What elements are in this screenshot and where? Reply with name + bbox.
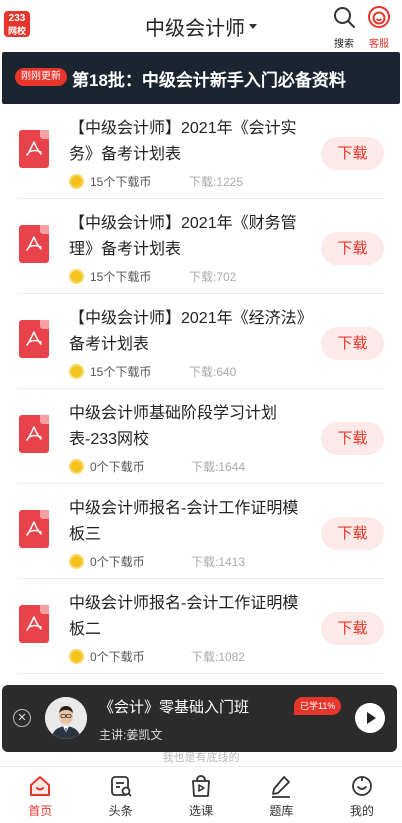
download-count: 下载:1413 (191, 555, 246, 569)
play-button[interactable] (355, 703, 385, 733)
coin-icon (69, 364, 84, 379)
document-title[interactable]: 【中级会计师】2021年《经济法》备考计划表 (69, 306, 309, 358)
close-icon[interactable]: ✕ (13, 709, 31, 727)
document-meta: 0个下载币 下载:1082 (69, 648, 245, 665)
customer-service-button[interactable]: 客服 (361, 5, 397, 50)
document-title[interactable]: 中级会计师基础阶段学习计划表-233网校 (69, 401, 309, 453)
home-icon (30, 776, 51, 796)
coin-cost: 0个下载币 (90, 555, 145, 569)
list-item[interactable]: 【中级会计师】2021年《经济法》备考计划表 15个下载币 下载:640 下载 (17, 294, 385, 389)
coin-cost: 15个下载币 (90, 365, 152, 379)
headlines-icon (110, 776, 132, 797)
nav-courses[interactable]: 选课 (161, 767, 241, 823)
customer-service-icon (368, 6, 390, 28)
page-title[interactable]: 中级会计师 (145, 12, 245, 41)
coin-cost: 0个下载币 (90, 460, 145, 474)
search-button[interactable]: 搜索 (326, 5, 362, 50)
pdf-file-icon (19, 510, 49, 548)
course-progress-badge: 已学11% (294, 697, 342, 715)
download-count: 下载:1082 (191, 650, 246, 664)
download-button[interactable]: 下载 (321, 517, 384, 550)
search-label: 搜索 (334, 39, 354, 50)
pen-icon (272, 776, 291, 798)
coin-icon (69, 649, 84, 664)
download-button[interactable]: 下载 (321, 327, 384, 360)
coin-icon (69, 554, 84, 569)
pdf-file-icon (19, 225, 49, 263)
document-meta: 15个下载币 下载:640 (69, 363, 236, 380)
top-header: 233 网校 中级会计师 搜索 客服 (0, 0, 402, 52)
list-item[interactable]: 【中级会计师】2021年《会计实务》备考计划表 15个下载币 下载:1225 下… (17, 104, 385, 199)
nav-question-bank-label: 题库 (269, 804, 294, 818)
caret-down-icon[interactable] (249, 24, 257, 29)
download-count: 下载:1644 (191, 460, 246, 474)
download-button[interactable]: 下载 (321, 137, 384, 170)
nav-profile-label: 我的 (349, 804, 374, 818)
nav-headlines-label: 头条 (108, 804, 133, 818)
list-item[interactable]: 中级会计师报名-会计工作证明模板三 0个下载币 下载:1413 下载 (17, 484, 385, 579)
download-count: 下载:640 (189, 365, 237, 379)
nav-home-label: 首页 (28, 804, 53, 818)
end-of-list-hint: 我也是有底线的 (162, 752, 240, 764)
coin-icon (69, 174, 84, 189)
document-title[interactable]: 中级会计师报名-会计工作证明模板三 (69, 496, 309, 548)
service-label: 客服 (369, 39, 389, 50)
nav-profile[interactable]: 我的 (322, 767, 402, 823)
new-badge: 刚刚更新 (15, 68, 67, 86)
coin-icon (69, 459, 84, 474)
download-button[interactable]: 下载 (321, 232, 384, 265)
list-item[interactable]: 中级会计师基础阶段学习计划表-233网校 0个下载币 下载:1644 下载 (17, 389, 385, 484)
download-count: 下载:702 (189, 270, 237, 284)
coin-cost: 15个下载币 (90, 175, 152, 189)
list-item[interactable]: 中级会计师报名-会计工作证明模板二 0个下载币 下载:1082 下载 (17, 579, 385, 674)
nav-headlines[interactable]: 头条 (80, 767, 160, 823)
download-list: 【中级会计师】2021年《会计实务》备考计划表 15个下载币 下载:1225 下… (0, 104, 402, 674)
coin-icon (69, 269, 84, 284)
coin-cost: 15个下载币 (90, 270, 152, 284)
bottom-nav: 首页 头条 选课 题库 我的 (0, 766, 402, 823)
document-title[interactable]: 【中级会计师】2021年《会计实务》备考计划表 (69, 116, 309, 168)
nav-courses-label: 选课 (189, 804, 214, 818)
pdf-file-icon (19, 605, 49, 643)
download-count: 下载:1225 (189, 175, 244, 189)
course-mini-player[interactable]: ✕ 《会计》零基础入门班 主讲:姜凯文 已学11% (2, 685, 397, 752)
download-button[interactable]: 下载 (321, 422, 384, 455)
document-meta: 0个下载币 下载:1413 (69, 553, 245, 570)
document-meta: 15个下载币 下载:1225 (69, 173, 243, 190)
document-meta: 0个下载币 下载:1644 (69, 458, 245, 475)
course-title[interactable]: 《会计》零基础入门班 (99, 696, 249, 717)
pdf-file-icon (19, 415, 49, 453)
document-meta: 15个下载币 下载:702 (69, 268, 236, 285)
banner-title: 第18批：中级会计新手入门必备资料 (72, 71, 346, 90)
pdf-file-icon (19, 130, 49, 168)
teacher-avatar (45, 697, 87, 739)
search-icon (334, 7, 355, 28)
profile-icon (351, 776, 372, 796)
download-button[interactable]: 下载 (321, 612, 384, 645)
nav-home[interactable]: 首页 (0, 767, 80, 823)
document-title[interactable]: 【中级会计师】2021年《财务管理》备考计划表 (69, 211, 309, 263)
nav-question-bank[interactable]: 题库 (241, 767, 321, 823)
course-bag-icon (192, 775, 210, 797)
pdf-file-icon (19, 320, 49, 358)
list-item[interactable]: 【中级会计师】2021年《财务管理》备考计划表 15个下载币 下载:702 下载 (17, 199, 385, 294)
course-teacher: 主讲:姜凯文 (99, 728, 163, 742)
document-title[interactable]: 中级会计师报名-会计工作证明模板二 (69, 591, 309, 643)
coin-cost: 0个下载币 (90, 650, 145, 664)
update-banner[interactable]: 刚刚更新 第18批：中级会计新手入门必备资料 (2, 52, 400, 104)
